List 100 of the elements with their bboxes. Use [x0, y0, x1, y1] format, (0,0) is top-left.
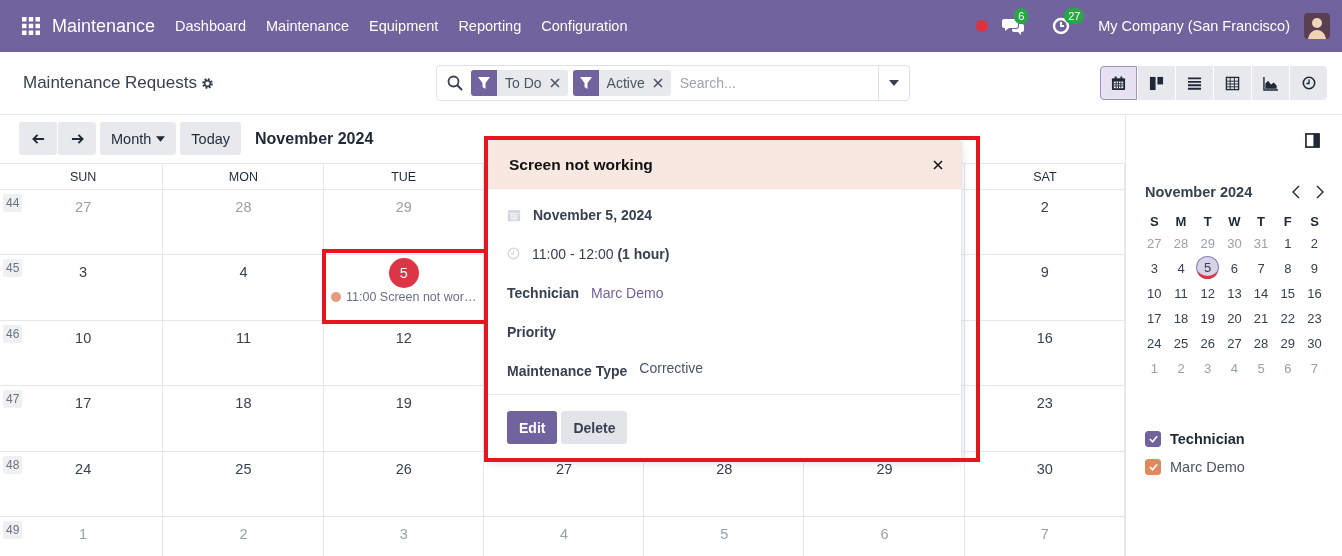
day-number[interactable]: 18	[235, 392, 252, 414]
weekday-label: S	[1309, 214, 1320, 229]
chevron-right-icon[interactable]	[1316, 185, 1324, 199]
day-number[interactable]: 26	[395, 457, 412, 480]
day-number[interactable]: 30	[1036, 457, 1053, 480]
delete-button[interactable]: Delete	[561, 411, 628, 444]
mini-calendar-day[interactable]: 11	[1167, 283, 1195, 304]
mini-calendar-day[interactable]: 4	[1167, 258, 1195, 279]
pivot-view-button[interactable]	[1214, 66, 1251, 100]
day-number[interactable]: 3	[79, 261, 88, 283]
day-number[interactable]: 28	[716, 457, 733, 480]
close-icon[interactable]	[652, 78, 663, 88]
mini-calendar-day[interactable]: 22	[1274, 308, 1302, 329]
graph-view-button[interactable]	[1252, 66, 1289, 100]
filter-icon	[579, 77, 592, 89]
close-icon[interactable]	[549, 78, 560, 88]
day-number[interactable]: 27	[555, 457, 573, 480]
clock-icon	[507, 247, 520, 260]
sidebar-toggle-icon[interactable]	[1305, 133, 1320, 148]
company-name[interactable]: My Company (San Francisco)	[1098, 18, 1290, 34]
event-time: 11:00 - 12:00 (1 hour)	[532, 245, 670, 262]
mini-calendar-day[interactable]: 7	[1247, 258, 1275, 279]
checkbox[interactable]	[1145, 459, 1161, 475]
day-number[interactable]: 19	[395, 392, 412, 414]
today-button[interactable]: Today	[180, 122, 241, 156]
day-number[interactable]: 25	[235, 457, 252, 480]
day-number[interactable]: 9	[1040, 261, 1049, 283]
day-number[interactable]: 24	[75, 457, 92, 480]
kanban-view-button[interactable]	[1138, 66, 1175, 100]
mini-calendar-day[interactable]: 15	[1274, 283, 1302, 304]
mini-calendar-day[interactable]: 17	[1141, 308, 1168, 329]
day-number[interactable]: 10	[75, 326, 92, 349]
day-number[interactable]: 23	[1036, 392, 1053, 414]
mini-calendar-day[interactable]: 3	[1141, 258, 1168, 279]
mini-calendar-day[interactable]: 29	[1274, 333, 1302, 354]
columns-icon	[1149, 75, 1164, 91]
day-number[interactable]: 16	[1036, 326, 1053, 349]
checkbox[interactable]	[1145, 431, 1161, 447]
mini-calendar-day[interactable]: 18	[1167, 308, 1195, 329]
app-name-link[interactable]: Maintenance	[52, 15, 156, 37]
weekday-label: F	[1282, 214, 1293, 229]
table-grid-icon	[1225, 75, 1240, 91]
list-view-button[interactable]	[1176, 66, 1213, 100]
mini-calendar-day[interactable]: 13	[1221, 283, 1248, 304]
day-number[interactable]: 29	[876, 457, 893, 480]
mini-calendar-day[interactable]: 8	[1274, 258, 1302, 279]
menu-item[interactable]: Reporting	[458, 18, 522, 34]
activity-count-badge: 27	[1064, 8, 1085, 24]
mini-calendar-day[interactable]: 19	[1194, 308, 1222, 329]
mini-calendar-day[interactable]: 2	[1301, 233, 1328, 254]
caret-icon[interactable]	[889, 80, 899, 86]
mini-calendar-title: November 2024	[1145, 184, 1253, 200]
mini-calendar-day[interactable]: 5	[1196, 256, 1220, 279]
mini-calendar-day[interactable]: 10	[1141, 283, 1168, 304]
search-icon[interactable]	[447, 75, 463, 91]
day-number[interactable]: 2	[1040, 195, 1049, 218]
settings-icon[interactable]	[200, 76, 214, 90]
mini-calendar-day[interactable]: 25	[1167, 333, 1195, 354]
mini-calendar-day[interactable]: 28	[1247, 333, 1275, 354]
mini-calendar-day[interactable]: 20	[1221, 308, 1248, 329]
mini-calendar-day[interactable]: 9	[1301, 258, 1328, 279]
mini-calendar-day[interactable]: 16	[1301, 283, 1328, 304]
filter-label: Marc Demo	[1170, 459, 1245, 475]
mini-calendar-day[interactable]: 6	[1221, 258, 1248, 279]
mini-calendar-day[interactable]: 27	[1221, 333, 1248, 354]
activity-view-button[interactable]	[1290, 66, 1327, 100]
mini-calendar-day[interactable]: 26	[1194, 333, 1222, 354]
app-grid-icon[interactable]	[22, 17, 40, 35]
weekday-label: T	[1256, 214, 1267, 229]
mini-calendar-day[interactable]: 23	[1301, 308, 1328, 329]
previous-button[interactable]	[19, 122, 57, 156]
weekday-header: SUN	[69, 169, 97, 184]
message-count-badge: 6	[1014, 8, 1029, 24]
day-number[interactable]: 12	[395, 326, 412, 349]
mini-calendar-day[interactable]: 24	[1141, 333, 1168, 354]
scale-dropdown[interactable]: Month	[100, 122, 177, 156]
period-title: November 2024	[255, 129, 374, 148]
mini-calendar-day[interactable]: 12	[1194, 283, 1222, 304]
caret-icon	[156, 135, 166, 142]
chevron-left-icon[interactable]	[1292, 185, 1300, 199]
mini-calendar-day[interactable]: 30	[1301, 333, 1328, 354]
filter-icon	[478, 77, 490, 89]
menu-item[interactable]: Maintenance	[266, 18, 350, 34]
close-icon[interactable]	[933, 159, 943, 170]
mini-calendar-day[interactable]: 1	[1274, 233, 1302, 254]
menu-item[interactable]: Dashboard	[175, 18, 246, 34]
day-number[interactable]: 17	[75, 392, 92, 414]
mini-calendar-day[interactable]: 14	[1247, 283, 1275, 304]
menu-item[interactable]: Equipment	[369, 18, 439, 34]
day-number[interactable]: 5	[388, 258, 419, 288]
mini-calendar-day[interactable]: 21	[1247, 308, 1275, 329]
calendar-view-button[interactable]	[1100, 66, 1137, 100]
event-entry[interactable]: 11:00 Screen not wor…	[346, 290, 477, 304]
technician-link[interactable]: Marc Demo	[591, 284, 664, 301]
day-number[interactable]: 11	[235, 326, 251, 349]
user-avatar-icon[interactable]	[1304, 13, 1330, 39]
next-button[interactable]	[58, 122, 96, 156]
menu-item[interactable]: Configuration	[541, 18, 628, 34]
day-number[interactable]: 4	[239, 261, 248, 283]
edit-button[interactable]: Edit	[507, 411, 558, 444]
